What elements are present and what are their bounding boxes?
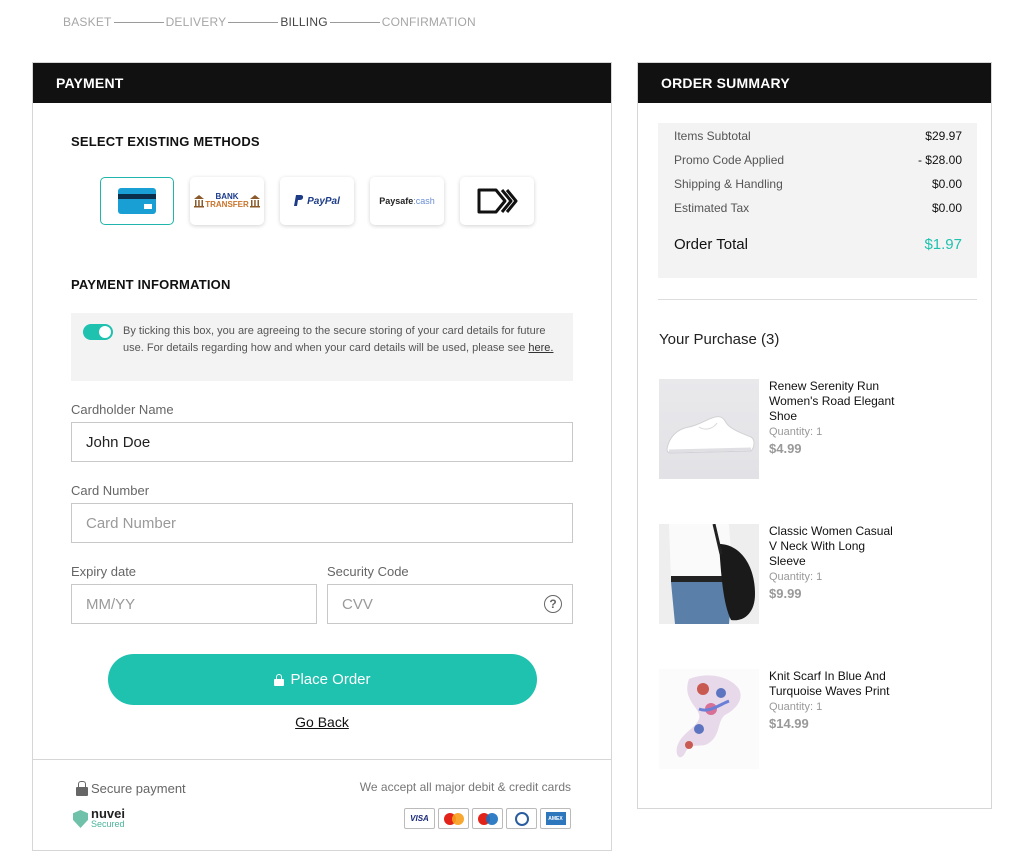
payment-info-title: PAYMENT INFORMATION	[71, 277, 231, 292]
expiry-input[interactable]	[86, 595, 316, 613]
paysafe-cash-label: :cash	[413, 196, 435, 206]
item-name[interactable]: Knit Scarf In Blue And Turquoise Waves P…	[769, 669, 899, 699]
accept-cards-text: We accept all major debit & credit cards	[359, 780, 571, 794]
subtotal-row: Items Subtotal $29.97	[674, 129, 962, 143]
footer-divider	[33, 759, 611, 760]
help-icon[interactable]: ?	[544, 595, 562, 613]
cardholder-input[interactable]	[86, 433, 572, 451]
promo-value: - $28.00	[917, 153, 962, 167]
summary-divider	[658, 299, 977, 300]
promo-row: Promo Code Applied - $28.00	[674, 153, 962, 167]
method-skrill-button[interactable]	[460, 177, 534, 225]
order-total-row: Order Total $1.97	[674, 236, 962, 253]
item-name[interactable]: Renew Serenity Run Women's Road Elegant …	[769, 379, 899, 424]
shipping-value: $0.00	[931, 177, 962, 191]
diners-club-logo-icon	[506, 808, 537, 829]
cvv-input[interactable]	[342, 595, 572, 613]
visa-logo-icon: VISA	[404, 808, 435, 829]
amex-logo-icon: AMEX	[540, 808, 571, 829]
step-delivery[interactable]: DELIVERY	[166, 15, 227, 29]
item-price: $14.99	[769, 716, 809, 731]
item-quantity: Quantity: 1	[769, 571, 823, 583]
card-brands: VISA AMEX	[404, 808, 571, 829]
step-billing[interactable]: BILLING	[280, 15, 327, 29]
card-number-input[interactable]	[86, 514, 572, 532]
consent-text: By ticking this box, you are agreeing to…	[123, 325, 546, 354]
shipping-label: Shipping & Handling	[674, 177, 783, 191]
product-image-scarf[interactable]	[659, 669, 759, 769]
lock-icon	[76, 781, 88, 796]
payment-header: PAYMENT	[33, 63, 611, 103]
save-card-consent: By ticking this box, you are agreeing to…	[71, 313, 573, 381]
transfer-label: TRANSFER	[205, 200, 249, 209]
save-card-toggle[interactable]	[83, 324, 113, 340]
payment-panel: PAYMENT SELECT EXISTING METHODS BANK TRAN…	[32, 62, 612, 851]
secure-payment-label: Secure payment	[91, 781, 186, 796]
item-quantity: Quantity: 1	[769, 701, 823, 713]
method-bank-transfer-button[interactable]: BANK TRANSFER	[190, 177, 264, 225]
step-divider	[228, 21, 279, 23]
order-summary-panel: ORDER SUMMARY Items Subtotal $29.97 Prom…	[637, 62, 992, 809]
bank-icon	[194, 195, 205, 208]
go-back-link[interactable]: Go Back	[33, 714, 611, 730]
step-divider	[113, 21, 164, 23]
security-code-label: Security Code	[327, 564, 409, 579]
step-confirmation[interactable]: CONFIRMATION	[382, 15, 476, 29]
purchase-item: Renew Serenity Run Women's Road Elegant …	[659, 379, 959, 479]
card-number-label: Card Number	[71, 483, 150, 498]
security-code-field[interactable]: ?	[327, 584, 573, 624]
method-card-button[interactable]	[100, 177, 174, 225]
method-paysafecash-button[interactable]: Paysafe:cash	[370, 177, 444, 225]
checkout-steps: BASKET DELIVERY BILLING CONFIRMATION	[63, 15, 476, 29]
bank-icon	[249, 195, 260, 208]
subtotal-label: Items Subtotal	[674, 129, 751, 143]
select-methods-title: SELECT EXISTING METHODS	[71, 134, 260, 149]
order-total-value: $1.97	[924, 236, 962, 253]
expiry-field[interactable]	[71, 584, 317, 624]
shield-icon	[73, 810, 88, 828]
nuvei-logo: nuvei Secured	[73, 806, 125, 829]
tax-row: Estimated Tax $0.00	[674, 201, 962, 215]
maestro-logo-icon	[472, 808, 503, 829]
item-quantity: Quantity: 1	[769, 426, 823, 438]
secure-payment: Secure payment	[76, 781, 186, 796]
paypal-icon	[294, 195, 304, 206]
place-order-label: Place Order	[290, 671, 371, 688]
cardholder-field[interactable]	[71, 422, 573, 462]
shipping-row: Shipping & Handling $0.00	[674, 177, 962, 191]
tax-label: Estimated Tax	[674, 201, 750, 215]
chevrons-logo-icon	[477, 188, 518, 214]
consent-here-link[interactable]: here.	[528, 342, 553, 354]
nuvei-secured: Secured	[91, 819, 125, 829]
subtotal-value: $29.97	[925, 129, 962, 143]
cardholder-label: Cardholder Name	[71, 402, 174, 417]
item-price: $9.99	[769, 586, 802, 601]
method-paypal-button[interactable]: PayPal	[280, 177, 354, 225]
item-name[interactable]: Classic Women Casual V Neck With Long Sl…	[769, 524, 899, 569]
expiry-label: Expiry date	[71, 564, 137, 579]
product-image-shoe[interactable]	[659, 379, 759, 479]
purchase-item: Knit Scarf In Blue And Turquoise Waves P…	[659, 669, 959, 769]
mastercard-logo-icon	[438, 808, 469, 829]
totals-box: Items Subtotal $29.97 Promo Code Applied…	[658, 123, 977, 278]
step-divider	[329, 21, 380, 23]
item-price: $4.99	[769, 441, 802, 456]
tax-value: $0.00	[931, 201, 962, 215]
lock-icon	[274, 673, 285, 686]
paysafe-label: Paysafe	[379, 196, 414, 206]
payment-methods: BANK TRANSFER PayPal Paysafe:cash	[100, 177, 534, 225]
step-basket[interactable]: BASKET	[63, 15, 112, 29]
paypal-label: PayPal	[307, 195, 340, 207]
purchase-title: Your Purchase (3)	[659, 331, 780, 348]
credit-card-icon	[118, 188, 156, 214]
purchase-item: Classic Women Casual V Neck With Long Sl…	[659, 524, 959, 624]
product-image-top[interactable]	[659, 524, 759, 624]
order-summary-header: ORDER SUMMARY	[638, 63, 991, 103]
nuvei-brand: nuvei	[91, 806, 125, 821]
promo-label: Promo Code Applied	[674, 153, 785, 167]
place-order-button[interactable]: Place Order	[108, 654, 537, 705]
order-total-label: Order Total	[674, 236, 748, 253]
card-number-field[interactable]	[71, 503, 573, 543]
